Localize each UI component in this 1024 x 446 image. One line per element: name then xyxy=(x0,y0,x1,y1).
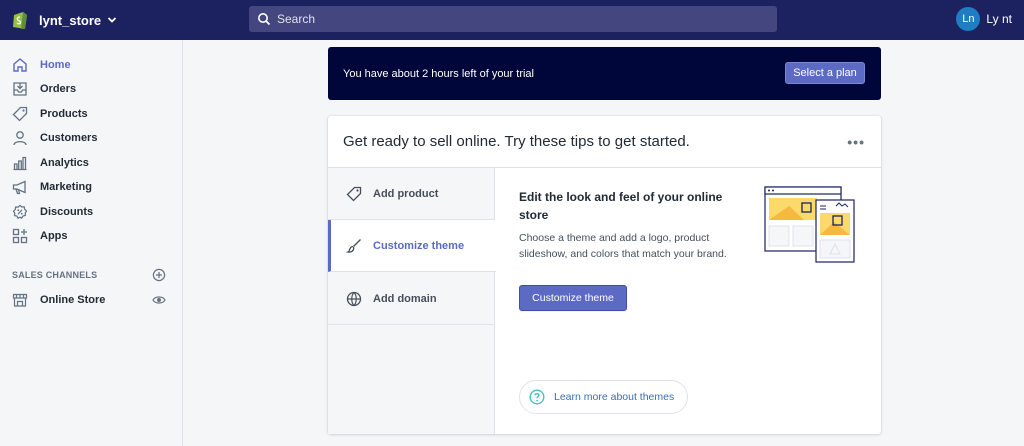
search-input[interactable]: Search xyxy=(249,6,777,32)
select-plan-button[interactable]: Select a plan xyxy=(785,62,865,84)
sidebar-item-label: Discounts xyxy=(40,206,94,218)
sidebar-item-label: Online Store xyxy=(40,294,106,306)
megaphone-icon xyxy=(12,180,26,195)
sidebar-item-label: Analytics xyxy=(40,157,89,169)
user-name: Ly nt xyxy=(986,12,1012,26)
bar-chart-icon xyxy=(13,156,27,171)
sidebar-item-home[interactable]: Home xyxy=(0,53,183,77)
sidebar-item-label: Orders xyxy=(40,83,77,95)
store-switcher[interactable]: lynt_store xyxy=(0,10,248,30)
setup-guide-card: Get ready to sell online. Try these tips… xyxy=(328,116,881,434)
eye-icon[interactable] xyxy=(152,293,166,307)
sidebar-item-label: Apps xyxy=(40,230,68,242)
tab-label: Customize theme xyxy=(373,239,465,252)
sidebar-item-marketing[interactable]: Marketing xyxy=(0,175,183,199)
globe-icon xyxy=(346,291,362,306)
store-name: lynt_store xyxy=(39,12,102,28)
sidebar-item-label: Home xyxy=(40,59,71,71)
learn-more-themes-link[interactable]: Learn more about themes xyxy=(519,380,688,414)
apps-icon xyxy=(12,228,28,244)
panel-description: Choose a theme and add a logo, product s… xyxy=(519,232,727,260)
sales-channels-title: SALES CHANNELS xyxy=(12,270,98,280)
home-icon xyxy=(13,58,27,72)
discount-icon xyxy=(12,204,28,220)
tag-icon xyxy=(346,186,362,201)
card-title: Get ready to sell online. Try these tips… xyxy=(343,133,690,150)
sidebar: Home Orders Products Customers Analytics… xyxy=(0,40,183,446)
avatar: Ln xyxy=(956,7,981,31)
sidebar-item-apps[interactable]: Apps xyxy=(0,224,183,248)
sidebar-item-products[interactable]: Products xyxy=(0,102,183,126)
user-menu[interactable]: Ln Ly nt xyxy=(956,7,1012,31)
search-placeholder: Search xyxy=(277,12,316,26)
tab-add-domain[interactable]: Add domain xyxy=(328,273,495,325)
sidebar-item-label: Products xyxy=(40,108,88,120)
add-sales-channel-icon[interactable] xyxy=(152,268,166,282)
sidebar-item-label: Customers xyxy=(40,132,98,144)
tab-label: Add domain xyxy=(373,292,437,305)
tag-icon xyxy=(12,106,28,122)
learn-more-text: Learn more about themes xyxy=(554,391,675,403)
sidebar-item-discounts[interactable]: Discounts xyxy=(0,200,183,224)
tab-add-product[interactable]: Add product xyxy=(328,168,495,220)
top-bar: lynt_store Search Ln Ly nt xyxy=(0,0,1024,40)
trial-message: You have about 2 hours left of your tria… xyxy=(343,67,534,80)
sidebar-item-orders[interactable]: Orders xyxy=(0,77,183,101)
tab-customize-theme[interactable]: Customize theme xyxy=(328,220,496,272)
sidebar-item-analytics[interactable]: Analytics xyxy=(0,151,183,175)
shopify-logo-icon xyxy=(13,12,27,29)
search-icon xyxy=(258,13,271,26)
help-circle-icon xyxy=(529,389,545,405)
paintbrush-icon xyxy=(346,238,361,253)
chevron-down-icon xyxy=(108,17,117,23)
person-icon xyxy=(13,131,27,146)
trial-banner: You have about 2 hours left of your tria… xyxy=(328,47,881,100)
tab-label: Add product xyxy=(373,187,439,200)
theme-illustration-icon xyxy=(764,186,855,263)
orders-icon xyxy=(13,82,27,96)
customize-theme-button[interactable]: Customize theme xyxy=(519,285,627,311)
tips-tabs: Add product Customize theme Add domain xyxy=(328,168,496,434)
more-actions-button[interactable]: ••• xyxy=(847,134,865,150)
sidebar-item-label: Marketing xyxy=(40,181,92,193)
sidebar-item-customers[interactable]: Customers xyxy=(0,126,183,150)
store-icon xyxy=(12,293,28,307)
panel-title: Edit the look and feel of your online st… xyxy=(519,190,723,222)
